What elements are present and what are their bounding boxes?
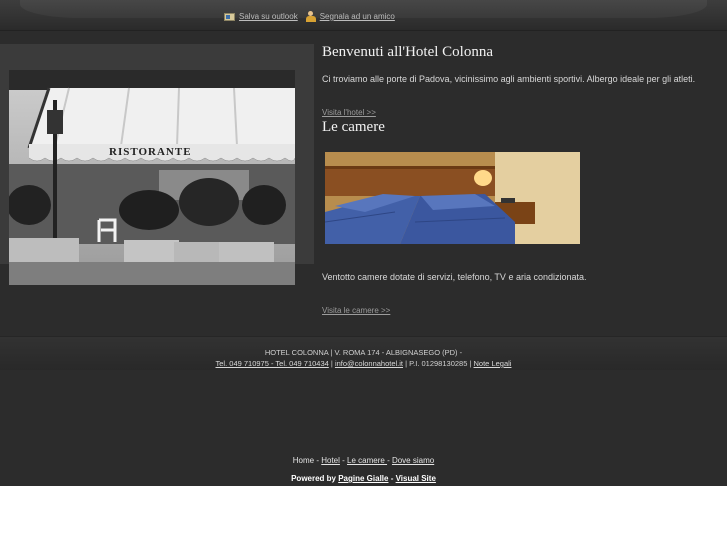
- nav-camere-link[interactable]: Le camere: [347, 456, 387, 465]
- footer-phones-link[interactable]: Tel. 049 710975 - Tel. 049 710434: [216, 359, 329, 368]
- pagine-gialle-link[interactable]: Pagine Gialle: [338, 474, 388, 483]
- outlook-icon: [224, 12, 235, 21]
- visit-rooms-link[interactable]: Visita le camere >>: [322, 306, 390, 315]
- nav-home: Home: [292, 456, 315, 465]
- tell-friend-link[interactable]: Segnala ad un amico: [305, 11, 395, 22]
- room-photo: [325, 152, 580, 244]
- footer-email-link[interactable]: info@colonnahotel.it: [335, 359, 403, 368]
- powered-label: Powered by: [291, 474, 339, 483]
- footer-address: HOTEL COLONNA | V. ROMA 174 - ALBIGNASEG…: [264, 348, 463, 357]
- visual-site-link[interactable]: Visual Site: [396, 474, 436, 483]
- footer-legal-link[interactable]: Note Legali: [474, 359, 512, 368]
- rooms-title: Le camere: [322, 119, 385, 135]
- friend-icon: [305, 11, 316, 22]
- nav-hotel-link[interactable]: Hotel: [321, 456, 340, 465]
- bottom-nav: Home - Hotel - Le camere - Dove siamo: [0, 456, 727, 465]
- save-outlook-label: Salva su outlook: [239, 12, 298, 21]
- photo-sign-text: RISTORANTE: [109, 146, 192, 158]
- powered-by: Powered by Pagine Gialle - Visual Site: [0, 474, 727, 483]
- footer-contacts: Tel. 049 710975 - Tel. 049 710434 | info…: [0, 359, 727, 368]
- tell-friend-label: Segnala ad un amico: [319, 12, 395, 21]
- nav-sep-2: -: [339, 456, 348, 465]
- save-outlook-link[interactable]: Salva su outlook: [224, 11, 298, 22]
- visit-hotel-link[interactable]: Visita l'hotel >>: [322, 108, 376, 117]
- page: Salva su outlook Segnala ad un amico RIS…: [0, 0, 727, 486]
- welcome-title: Benvenuti all'Hotel Colonna: [322, 44, 494, 60]
- welcome-text: Ci troviamo alle porte di Padova, vicini…: [322, 74, 696, 84]
- powered-dash: -: [388, 474, 396, 483]
- top-links: Salva su outlook Segnala ad un amico: [224, 11, 395, 22]
- footer-band: HOTEL COLONNA | V. ROMA 174 - ALBIGNASEG…: [0, 336, 727, 370]
- restaurant-photo: RISTORANTE: [9, 70, 295, 285]
- nav-dove-link[interactable]: Dove siamo: [392, 456, 434, 465]
- footer-piva: | P.I. 01298130285 |: [403, 359, 474, 368]
- rooms-text: Ventotto camere dotate di servizi, telef…: [322, 272, 587, 282]
- top-bar: Salva su outlook Segnala ad un amico: [0, 0, 727, 31]
